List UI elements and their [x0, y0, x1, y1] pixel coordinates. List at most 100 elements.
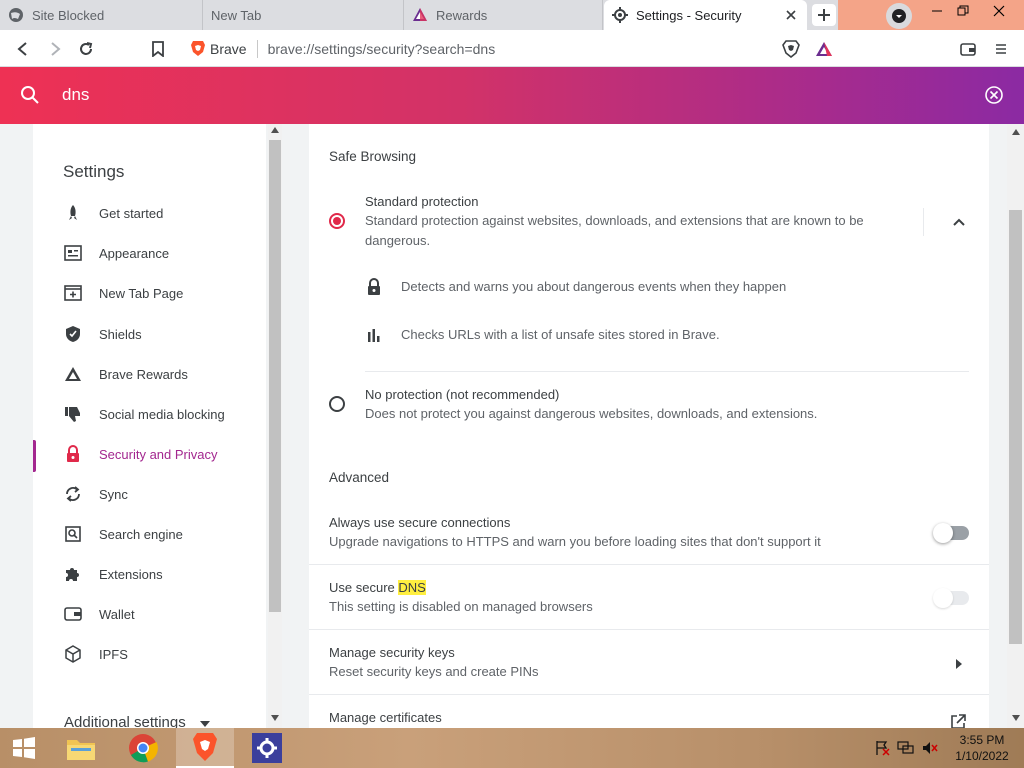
- detects-warns-text: Detects and warns you about dangerous ev…: [401, 279, 787, 294]
- restore-button[interactable]: [948, 0, 978, 22]
- manage-security-keys-row[interactable]: Manage security keys Reset security keys…: [309, 630, 989, 694]
- additional-settings-label: Additional settings: [64, 714, 186, 728]
- settings-gear-icon: [252, 733, 282, 763]
- rewards-triangle-icon: [63, 364, 83, 384]
- address-bar[interactable]: Brave brave://settings/security?search=d…: [182, 35, 772, 62]
- taskbar-clock[interactable]: 3:55 PM 1/10/2022: [948, 732, 1016, 764]
- clear-search-icon[interactable]: [984, 85, 1004, 105]
- globe-icon: [8, 7, 24, 23]
- clock-date: 1/10/2022: [955, 749, 1009, 763]
- shields-button[interactable]: [778, 36, 804, 62]
- advanced-heading: Advanced: [329, 470, 390, 485]
- toggle-knob: [933, 523, 953, 543]
- volume-muted-icon[interactable]: [921, 740, 939, 756]
- page-scrollbar[interactable]: [1007, 124, 1024, 728]
- back-arrow-icon: [17, 42, 27, 56]
- search-highlight: DNS: [398, 580, 426, 595]
- bookmark-button[interactable]: [145, 36, 171, 62]
- close-window-button[interactable]: [984, 0, 1014, 22]
- sidebar-item-ipfs[interactable]: IPFS: [33, 636, 266, 672]
- manage-certificates-row[interactable]: Manage certificates: [309, 695, 989, 728]
- tab-title: New Tab: [211, 7, 262, 23]
- taskbar-settings[interactable]: [238, 728, 296, 768]
- sidebar-item-extensions[interactable]: Extensions: [33, 556, 266, 592]
- settings-page: Settings Get started Appearance New Tab …: [0, 124, 1024, 728]
- tab-rewards[interactable]: Rewards: [404, 0, 603, 30]
- standard-protection-description: Standard protection against websites, do…: [365, 213, 864, 248]
- sidebar-scroll-thumb[interactable]: [269, 140, 281, 612]
- no-protection-description: Does not protect you against dangerous w…: [365, 406, 818, 421]
- tab-settings-security[interactable]: Settings - Security: [604, 0, 807, 30]
- network-icon[interactable]: [897, 740, 915, 756]
- brave-shields-icon: [782, 40, 800, 58]
- rewards-button[interactable]: [811, 36, 837, 62]
- sidebar-item-label: New Tab Page: [99, 285, 184, 301]
- thumbs-down-icon: [63, 404, 83, 424]
- new-tab-button[interactable]: [812, 4, 836, 26]
- wallet-button[interactable]: [955, 36, 981, 62]
- puzzle-icon: [63, 564, 83, 584]
- additional-settings-toggle[interactable]: Additional settings: [64, 714, 210, 728]
- hamburger-menu-icon: [996, 44, 1006, 54]
- secure-dns-description: This setting is disabled on managed brow…: [329, 599, 593, 614]
- address-brand-label: Brave: [210, 40, 247, 57]
- tab-title: Site Blocked: [32, 7, 105, 23]
- sidebar-item-security-and-privacy[interactable]: Security and Privacy: [33, 436, 266, 472]
- standard-protection-radio[interactable]: [329, 213, 345, 229]
- tab-search-button[interactable]: [886, 3, 912, 29]
- sidebar-item-shields[interactable]: Shields: [33, 316, 266, 352]
- wallet-icon: [960, 43, 976, 56]
- chevron-up-icon: [953, 218, 965, 226]
- search-input[interactable]: dns: [62, 85, 89, 105]
- search-icon: [20, 85, 40, 105]
- sidebar-item-brave-rewards[interactable]: Brave Rewards: [33, 356, 266, 392]
- sidebar-item-sync[interactable]: Sync: [33, 476, 266, 512]
- tab-title: Settings - Security: [636, 7, 742, 23]
- forward-button[interactable]: [42, 36, 68, 62]
- sidebar-item-label: Shields: [99, 326, 142, 342]
- sidebar-title: Settings: [63, 162, 125, 181]
- sidebar-item-get-started[interactable]: Get started: [33, 195, 266, 231]
- forward-arrow-icon: [51, 42, 61, 56]
- sidebar-item-social-media-blocking[interactable]: Social media blocking: [33, 396, 266, 432]
- reload-button[interactable]: [73, 36, 99, 62]
- secure-connections-toggle[interactable]: [933, 523, 969, 543]
- sidebar-item-label: Brave Rewards: [99, 366, 188, 382]
- sidebar-item-appearance[interactable]: Appearance: [33, 235, 266, 271]
- action-center-flag-icon[interactable]: [873, 740, 891, 756]
- sidebar-scrollbar[interactable]: [268, 124, 282, 728]
- sidebar-item-label: Social media blocking: [99, 406, 225, 422]
- sidebar-item-search-engine[interactable]: Search engine: [33, 516, 266, 552]
- divider: [309, 564, 989, 565]
- no-protection-radio[interactable]: [329, 396, 345, 412]
- sidebar-item-label: Get started: [99, 205, 164, 221]
- scroll-down-arrow-icon: [1012, 715, 1020, 721]
- no-protection-title: No protection (not recommended): [365, 387, 560, 402]
- secure-connections-description: Upgrade navigations to HTTPS and warn yo…: [329, 534, 821, 549]
- cube-icon: [63, 644, 83, 664]
- sidebar-item-label: Appearance: [99, 245, 170, 261]
- rocket-icon: [63, 203, 83, 223]
- sidebar-item-wallet[interactable]: Wallet: [33, 596, 266, 632]
- close-icon[interactable]: [783, 7, 799, 23]
- sync-icon: [63, 484, 83, 504]
- clock-time: 3:55 PM: [959, 733, 1005, 747]
- sidebar-item-new-tab-page[interactable]: New Tab Page: [33, 275, 266, 311]
- tab-site-blocked[interactable]: Site Blocked: [0, 0, 203, 30]
- tab-new-tab[interactable]: New Tab: [203, 0, 404, 30]
- taskbar-chrome[interactable]: [114, 728, 172, 768]
- menu-button[interactable]: [988, 36, 1014, 62]
- url-text[interactable]: brave://settings/security?search=dns: [268, 41, 496, 57]
- taskbar-brave[interactable]: [176, 728, 234, 768]
- secure-dns-title: Use secure DNS: [329, 580, 426, 595]
- browser-toolbar: Brave brave://settings/security?search=d…: [0, 30, 1024, 67]
- page-scroll-thumb[interactable]: [1009, 210, 1022, 644]
- sidebar-item-label: Sync: [99, 486, 128, 502]
- plus-icon: [818, 9, 830, 21]
- back-button[interactable]: [10, 36, 36, 62]
- secure-dns-toggle[interactable]: [933, 588, 969, 608]
- collapse-button[interactable]: [949, 212, 969, 232]
- start-button[interactable]: [0, 728, 48, 768]
- taskbar-file-explorer[interactable]: [52, 728, 110, 768]
- standard-protection-title: Standard protection: [365, 194, 479, 209]
